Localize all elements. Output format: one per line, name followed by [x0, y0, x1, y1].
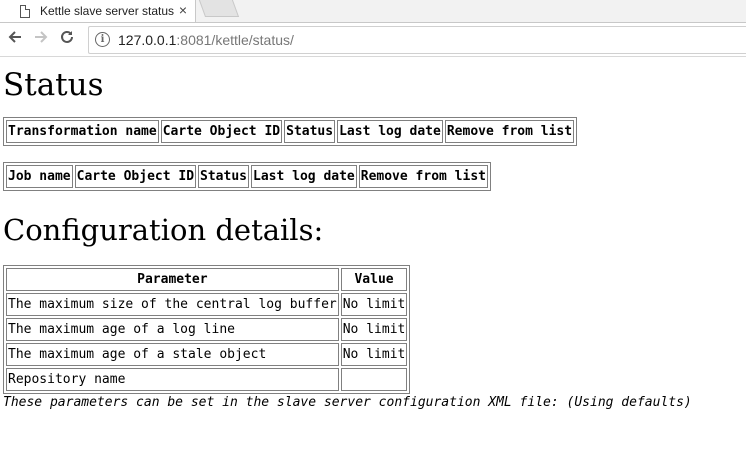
- tab-close-icon[interactable]: ×: [179, 2, 187, 18]
- browser-toolbar: i 127.0.0.1:8081/kettle/status/: [0, 23, 746, 57]
- column-header: Parameter: [6, 268, 339, 291]
- value-cell: [340, 368, 408, 391]
- column-header: Value: [340, 268, 408, 291]
- value-cell: No limit: [340, 343, 408, 366]
- column-header: Last log date: [337, 120, 443, 143]
- transformations-table: Transformation name Carte Object ID Stat…: [3, 117, 578, 146]
- column-header: Remove from list: [444, 120, 575, 143]
- column-header: Last log date: [251, 165, 357, 188]
- column-header: Status: [198, 165, 249, 188]
- parameter-cell: The maximum age of a stale object: [6, 343, 339, 366]
- column-header: Job name: [6, 165, 73, 188]
- url-path: :8081/kettle/status/: [176, 31, 294, 48]
- tab-title: Kettle slave server status: [40, 4, 175, 18]
- arrow-right-icon: [35, 31, 48, 43]
- forward-button[interactable]: [28, 29, 54, 50]
- url-host: 127.0.0.1: [118, 31, 177, 48]
- info-icon[interactable]: i: [95, 32, 110, 47]
- arrow-left-icon: [8, 31, 21, 43]
- jobs-table: Job name Carte Object ID Status Last log…: [3, 162, 491, 191]
- page-title: Status: [3, 67, 104, 103]
- table-row: The maximum size of the central log buff…: [6, 293, 408, 316]
- table-row: The maximum age of a stale object No lim…: [6, 343, 408, 366]
- column-header: Carte Object ID: [160, 120, 283, 143]
- column-header: Remove from list: [358, 165, 488, 188]
- table-row: Repository name: [6, 368, 408, 391]
- parameter-cell: The maximum age of a log line: [6, 318, 339, 341]
- table-header-row: Job name Carte Object ID Status Last log…: [6, 165, 488, 188]
- column-header: Carte Object ID: [74, 165, 197, 188]
- config-section-title: Configuration details:: [3, 213, 324, 247]
- browser-tab[interactable]: Kettle slave server status ×: [0, 0, 196, 22]
- reload-button[interactable]: [54, 29, 80, 50]
- reload-icon: [61, 30, 73, 43]
- tab-strip: Kettle slave server status ×: [0, 0, 746, 23]
- new-tab-button[interactable]: [198, 0, 240, 17]
- document-icon: [20, 4, 30, 18]
- table-row: The maximum age of a log line No limit: [6, 318, 408, 341]
- parameter-cell: The maximum size of the central log buff…: [6, 293, 339, 316]
- column-header: Status: [284, 120, 336, 143]
- value-cell: No limit: [340, 293, 408, 316]
- config-table: Parameter Value The maximum size of the …: [3, 265, 411, 394]
- page-content: Status Transformation name Carte Object …: [0, 67, 746, 410]
- back-button[interactable]: [2, 29, 28, 50]
- parameter-cell: Repository name: [6, 368, 339, 391]
- config-note: These parameters can be set in the slave…: [3, 395, 692, 410]
- table-header-row: Parameter Value: [6, 268, 408, 291]
- value-cell: No limit: [340, 318, 408, 341]
- address-bar[interactable]: i 127.0.0.1:8081/kettle/status/: [88, 25, 746, 54]
- column-header: Transformation name: [6, 120, 159, 143]
- table-header-row: Transformation name Carte Object ID Stat…: [6, 120, 575, 143]
